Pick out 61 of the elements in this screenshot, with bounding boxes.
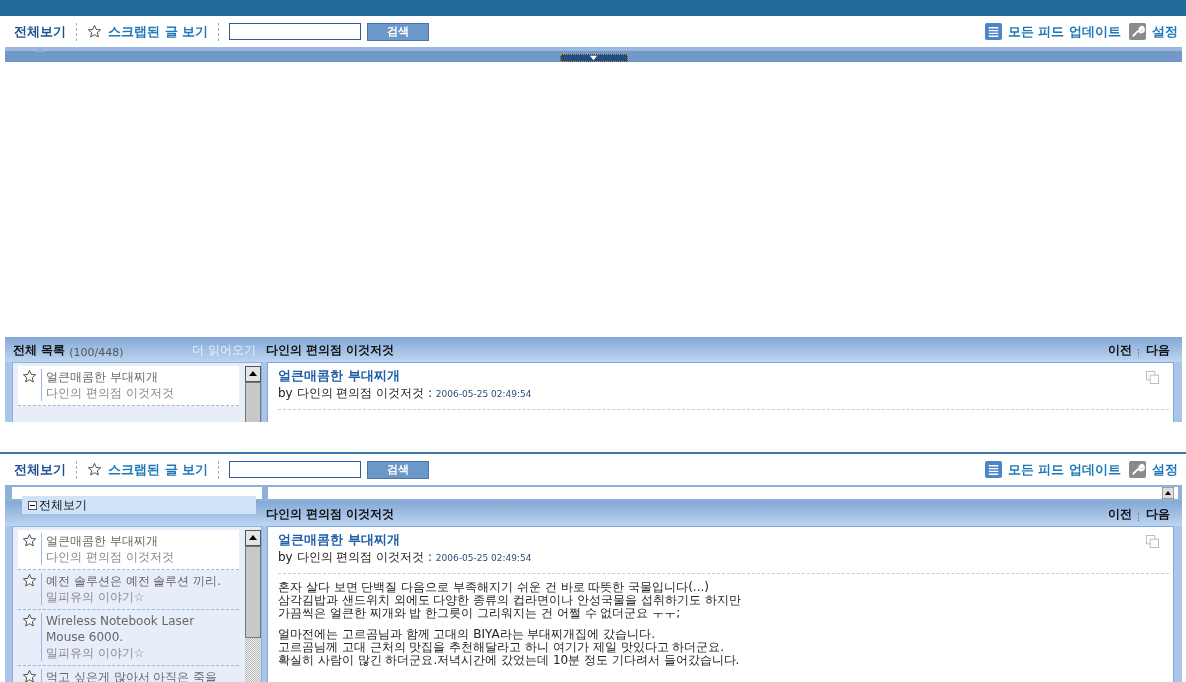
tab-pointer-icon: [35, 46, 45, 52]
star-icon[interactable]: [22, 669, 37, 682]
update-all-link[interactable]: 모든 피드 업데이트: [1007, 22, 1121, 41]
feed-item[interactable]: 얼큰매콤한 부대찌개 다인의 편의점 이것저것: [18, 366, 239, 406]
feed-item[interactable]: Wireless Notebook Laser Mouse 6000. 밀피유의 이야기☆: [18, 610, 239, 666]
list-icon[interactable]: [984, 461, 1002, 478]
tab[interactable]: 전체보기: [14, 22, 66, 41]
settings-link[interactable]: 설정: [1152, 460, 1178, 479]
search-field[interactable]: [229, 461, 362, 478]
feed-field[interactable]: [268, 487, 1178, 499]
settings-link[interactable]: 설정: [1152, 22, 1178, 41]
article-title[interactable]: 얼큰매콤한 부대찌개: [278, 531, 1163, 549]
article-title[interactable]: 얼큰매콤한 부대찌개: [278, 367, 1163, 385]
item-title: Wireless Notebook Laser Mouse 6000.: [46, 613, 196, 645]
list-title: 전체 목록: [13, 342, 66, 359]
next-link[interactable]: 다음: [1146, 506, 1170, 523]
tab[interactable]: 스크랩된 글 보기: [108, 22, 209, 41]
next-link[interactable]: 다음: [1146, 342, 1170, 359]
article-paragraph: 얼마전에는 고르곰님과 함께 고대의 BIYA라는 부대찌개집에 갔습니다. 고르곰님께 고대 근처의 맛집을 추천해달라고 하니 여기가 제일 맛있다고 하더군요. 확실히 사람이 많긴 하더군요.저녁시간에 갔었는데 10분 정도 기다려서 들어갔습니다.: [278, 628, 741, 667]
star-icon[interactable]: [22, 613, 37, 628]
item-title: 얼큰매콤한 부대찌개: [46, 533, 159, 549]
article-byline: by 다인의 편의점 이것저것 :: [278, 386, 433, 400]
article-date: 2006-05-25 02:49:54: [435, 389, 532, 399]
star-icon[interactable]: [22, 573, 37, 588]
update-all-link[interactable]: 모든 피드 업데이트: [1007, 460, 1121, 479]
feed-title: 다인의 편의점 이것저것: [266, 342, 395, 359]
star-icon[interactable]: [87, 462, 102, 477]
star-icon[interactable]: [87, 24, 102, 39]
item-feed: 밀피유의 이야기☆: [46, 645, 146, 661]
search-button[interactable]: 검색: [367, 460, 430, 479]
dropdown-option[interactable]: 전체보기: [22, 496, 256, 514]
item-feed: 다인의 편의점 이것저것: [46, 549, 174, 565]
scrollbar[interactable]: [245, 530, 261, 682]
list-icon[interactable]: [984, 23, 1002, 40]
feed-title: 다인의 편의점 이것저것: [266, 506, 395, 523]
item-count: (100/448): [69, 346, 124, 359]
item-feed: 다인의 편의점 이것저것: [46, 385, 174, 401]
tab[interactable]: 스크랩된 글 보기: [108, 460, 209, 479]
previous-link[interactable]: 이전: [1108, 342, 1132, 359]
scroll-up-icon[interactable]: [245, 366, 261, 382]
star-icon[interactable]: [22, 369, 37, 384]
triangle-down-icon[interactable]: [589, 55, 598, 61]
article-paragraph: 혼자 살다 보면 단백질 다음으로 부족해지기 쉬운 건 바로 따뜻한 국물입니다(...) 삼각김밥과 샌드위치 외에도 다양한 종류의 컵라면이나 안성국물을 섭취하기도 하지만 가끔씩은 얼큰한 찌개와 밥 한그릇이 그리워지는 건 어쩔 수 없더군요 ㅜㅜ;: [278, 581, 742, 620]
item-title: 얼큰매콤한 부대찌개: [46, 369, 159, 385]
feed-item[interactable]: 예전 솔루션은 예전 솔루션 끼리. 밀피유의 이야기☆: [18, 570, 239, 610]
expand-button[interactable]: [559, 54, 628, 62]
item-feed: 밀피유의 이야기☆: [46, 589, 146, 605]
item-title: 예전 솔루션은 예전 솔루션 끼리.: [46, 573, 222, 589]
search-field[interactable]: [229, 23, 362, 40]
star-icon[interactable]: [22, 533, 37, 548]
collapse-icon[interactable]: [28, 500, 37, 510]
wrench-icon[interactable]: [1129, 461, 1146, 478]
article-date: 2006-05-25 02:49:54: [435, 553, 532, 563]
scroll-up-icon[interactable]: [245, 530, 261, 546]
scroll-up-icon[interactable]: [1162, 487, 1174, 499]
wrench-icon[interactable]: [1129, 23, 1146, 40]
feed-item[interactable]: 얼큰매콤한 부대찌개 다인의 편의점 이것저것: [18, 530, 239, 570]
article-byline: by 다인의 편의점 이것저것 :: [278, 550, 433, 564]
tab[interactable]: 전체보기: [14, 460, 66, 479]
previous-link[interactable]: 이전: [1108, 506, 1132, 523]
search-button[interactable]: 검색: [367, 22, 430, 41]
